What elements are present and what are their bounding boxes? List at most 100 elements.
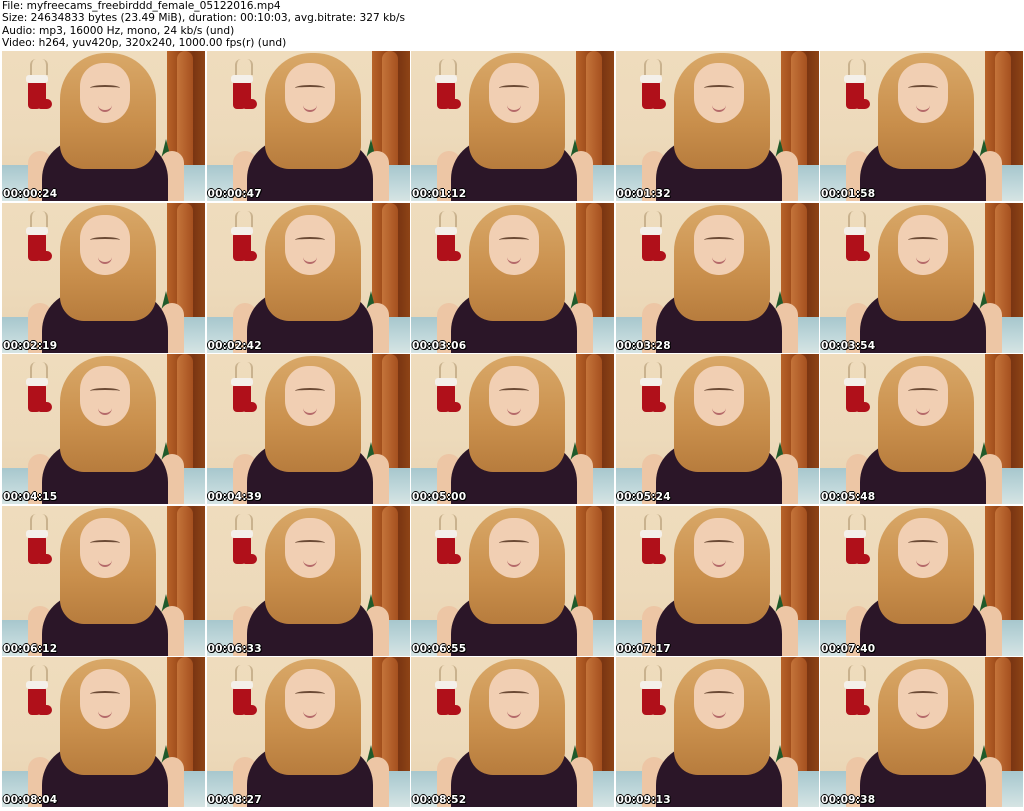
christmas-stocking-decor: [639, 378, 666, 412]
video-frame-thumbnail[interactable]: 00:01:58: [820, 51, 1023, 201]
video-frame-thumbnail[interactable]: 00:00:24: [2, 51, 205, 201]
video-frame-thumbnail[interactable]: 00:04:39: [206, 354, 410, 504]
frame-timestamp: 00:06:12: [3, 642, 58, 655]
ornament-decor: [234, 665, 253, 681]
ornament-decor: [439, 513, 457, 530]
video-frame-thumbnail[interactable]: 00:05:48: [820, 354, 1023, 504]
christmas-stocking-decor: [230, 529, 257, 564]
christmas-stocking-decor: [230, 75, 257, 109]
frame-timestamp: 00:03:54: [821, 339, 876, 352]
video-frame-thumbnail[interactable]: 00:03:06: [411, 202, 614, 353]
person-eyes: [908, 539, 938, 546]
christmas-stocking-decor: [26, 378, 52, 412]
ornament-decor: [234, 210, 253, 227]
ornament-decor: [848, 513, 866, 530]
person-face: [693, 669, 744, 729]
person-eyes: [90, 691, 120, 697]
file-name-line: File: myfreecams_freebirddd_female_05122…: [2, 0, 281, 12]
video-frame-thumbnail[interactable]: 00:01:12: [411, 51, 614, 201]
ornament-decor: [234, 59, 253, 75]
christmas-stocking-decor: [844, 529, 870, 564]
ornament-decor: [30, 59, 48, 75]
ornament-decor: [643, 59, 662, 75]
video-frame-thumbnail[interactable]: 00:09:38: [820, 657, 1023, 807]
ornament-decor: [234, 362, 253, 378]
christmas-stocking-decor: [230, 681, 257, 715]
person-eyes: [908, 236, 938, 243]
person-face: [489, 517, 539, 578]
video-frame-thumbnail[interactable]: 00:03:28: [615, 202, 819, 353]
person-face: [80, 63, 130, 123]
frame-timestamp: 00:04:39: [207, 491, 262, 503]
video-frame-thumbnail[interactable]: 00:08:52: [411, 657, 614, 807]
video-frame-thumbnail[interactable]: 00:08:27: [206, 657, 410, 807]
frame-timestamp: 00:08:04: [3, 794, 58, 806]
christmas-stocking-decor: [26, 681, 52, 715]
christmas-stocking-decor: [844, 75, 870, 109]
frame-timestamp: 00:08:27: [207, 794, 262, 806]
christmas-stocking-decor: [639, 75, 666, 109]
christmas-stocking-decor: [844, 681, 870, 715]
person-eyes: [499, 236, 529, 243]
video-frame-thumbnail[interactable]: 00:02:42: [206, 202, 410, 353]
ornament-decor: [643, 665, 662, 681]
frame-timestamp: 00:08:52: [412, 794, 467, 806]
person-eyes: [499, 388, 529, 394]
file-info-header: File: myfreecams_freebirddd_female_05122…: [2, 0, 405, 50]
video-frame-thumbnail[interactable]: 00:06:33: [206, 505, 410, 656]
person-eyes: [908, 388, 938, 394]
video-frame-thumbnail[interactable]: 00:06:12: [2, 505, 205, 656]
ornament-decor: [848, 665, 866, 681]
video-frame-thumbnail[interactable]: 00:06:55: [411, 505, 614, 656]
audio-info-line: Audio: mp3, 16000 Hz, mono, 24 kb/s (und…: [2, 24, 235, 37]
person-eyes: [294, 388, 325, 394]
ornament-decor: [439, 665, 457, 681]
video-frame-thumbnail[interactable]: 00:07:40: [820, 505, 1023, 656]
person-eyes: [908, 85, 938, 91]
frame-timestamp: 00:07:17: [616, 642, 671, 655]
person-face: [693, 366, 744, 426]
person-eyes: [90, 388, 120, 394]
video-frame-thumbnail[interactable]: 00:03:54: [820, 202, 1023, 353]
christmas-stocking-decor: [844, 378, 870, 412]
christmas-stocking-decor: [639, 529, 666, 564]
person-face: [489, 669, 539, 729]
video-frame-thumbnail[interactable]: 00:05:24: [615, 354, 819, 504]
person-eyes: [908, 691, 938, 697]
frame-timestamp: 00:04:15: [3, 491, 58, 503]
person-face: [80, 214, 130, 275]
person-face: [80, 669, 130, 729]
frame-timestamp: 00:03:28: [616, 339, 671, 352]
video-frame-thumbnail[interactable]: 00:08:04: [2, 657, 205, 807]
person-eyes: [90, 236, 120, 243]
video-frame-thumbnail[interactable]: 00:02:19: [2, 202, 205, 353]
christmas-stocking-decor: [435, 529, 461, 564]
video-frame-thumbnail[interactable]: 00:00:47: [206, 51, 410, 201]
ornament-decor: [439, 362, 457, 378]
frame-timestamp: 00:06:55: [412, 642, 467, 655]
person-eyes: [703, 236, 734, 243]
ornament-decor: [30, 665, 48, 681]
video-frame-thumbnail[interactable]: 00:07:17: [615, 505, 819, 656]
frame-timestamp: 00:06:33: [207, 642, 262, 655]
person-face: [693, 517, 744, 578]
person-eyes: [499, 691, 529, 697]
person-face: [80, 366, 130, 426]
video-frame-thumbnail[interactable]: 00:04:15: [2, 354, 205, 504]
video-frame-thumbnail[interactable]: 00:01:32: [615, 51, 819, 201]
ornament-decor: [643, 513, 662, 530]
ornament-decor: [30, 210, 48, 227]
ornament-decor: [848, 362, 866, 378]
person-eyes: [499, 85, 529, 91]
video-frame-thumbnail[interactable]: 00:05:00: [411, 354, 614, 504]
ornament-decor: [30, 513, 48, 530]
frame-timestamp: 00:01:12: [412, 188, 467, 200]
thumbnail-grid: 00:00:24 00:00:47 00:01:12 00:01:32 00:01:58…: [2, 51, 1023, 810]
frame-timestamp: 00:02:42: [207, 339, 262, 352]
person-face: [489, 63, 539, 123]
frame-timestamp: 00:05:24: [616, 491, 671, 503]
video-frame-thumbnail[interactable]: 00:09:13: [615, 657, 819, 807]
person-mouth: [711, 257, 726, 264]
person-face: [284, 366, 335, 426]
person-face: [898, 669, 948, 729]
